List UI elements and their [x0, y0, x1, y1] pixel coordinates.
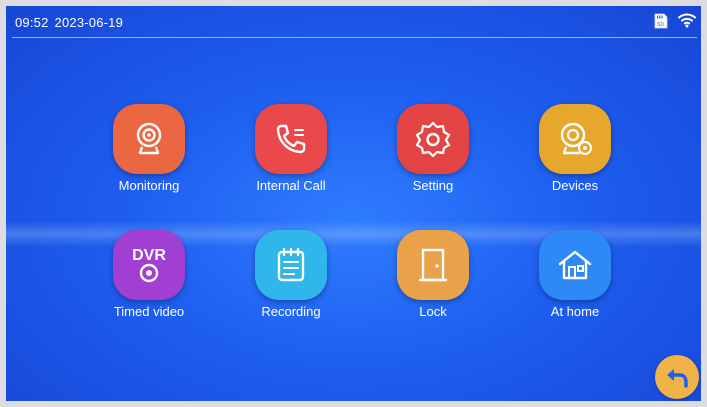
menu-item-timed-video[interactable]: DVR Timed video [94, 230, 204, 320]
back-arrow-icon [667, 369, 688, 388]
camera-icon [113, 104, 185, 174]
wifi-icon [678, 13, 696, 28]
menu-item-recording[interactable]: Recording [236, 230, 346, 320]
menu-item-lock[interactable]: Lock [378, 230, 488, 320]
menu-item-at-home[interactable]: At home [520, 230, 630, 320]
screen: 09:52 2023-06-19 SD Monitoring Internal … [6, 6, 701, 401]
menu-label: Setting [412, 178, 454, 193]
phone-icon [255, 104, 327, 174]
status-divider [12, 37, 697, 38]
menu-label: At home [550, 304, 600, 319]
dvr-badge-text: DVR [132, 247, 166, 264]
sd-card-icon: SD [654, 13, 668, 29]
door-icon [397, 230, 469, 300]
notebook-icon [255, 230, 327, 300]
status-time: 09:52 [15, 15, 49, 30]
menu-item-monitoring[interactable]: Monitoring [94, 104, 204, 194]
menu-item-setting[interactable]: Setting [378, 104, 488, 194]
menu-label: Devices [551, 178, 599, 193]
clock: 09:52 2023-06-19 [15, 15, 123, 30]
menu-label: Monitoring [118, 178, 180, 193]
status-date: 2023-06-19 [54, 15, 124, 30]
menu-item-devices[interactable]: Devices [520, 104, 630, 194]
menu-item-internal-call[interactable]: Internal Call [236, 104, 346, 194]
gear-icon [397, 104, 469, 174]
dvr-icon: DVR [113, 230, 185, 300]
svg-text:SD: SD [657, 22, 664, 28]
menu-label: Recording [261, 304, 321, 319]
menu-label: Timed video [113, 304, 185, 319]
status-bar: 09:52 2023-06-19 SD [6, 6, 701, 36]
device-camera-icon [539, 104, 611, 174]
menu-label: Internal Call [256, 178, 326, 193]
house-icon [539, 230, 611, 300]
menu-label: Lock [419, 304, 447, 319]
back-button[interactable] [655, 355, 699, 399]
